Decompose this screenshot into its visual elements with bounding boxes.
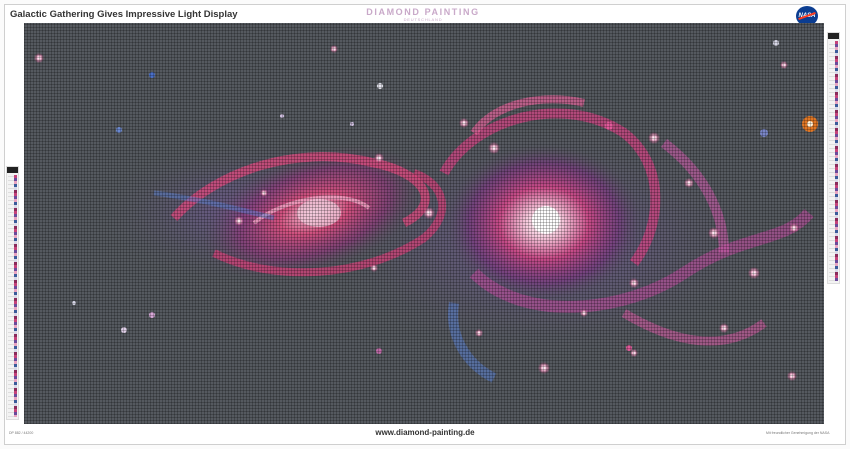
brand-logo: DIAMOND PAINTING DEUTSCHLAND	[363, 7, 483, 22]
drill-grid	[24, 23, 824, 424]
color-legend-left	[6, 166, 19, 420]
legend-tab	[7, 167, 18, 173]
credit-note: Mit freundlicher Genehmigung der NASA	[766, 431, 830, 435]
artwork-title: Galactic Gathering Gives Impressive Ligh…	[10, 9, 238, 20]
pattern-canvas	[24, 23, 824, 424]
nasa-logo-text: NASA	[798, 13, 816, 19]
legend-swatches	[14, 175, 17, 417]
brand-subtitle: DEUTSCHLAND	[403, 17, 443, 22]
brand-name: DIAMOND PAINTING	[366, 7, 480, 17]
legend-tab	[828, 33, 839, 39]
color-legend-right	[827, 32, 840, 284]
website-url: www.diamond-painting.de	[375, 428, 475, 437]
legend-swatches	[835, 41, 838, 281]
